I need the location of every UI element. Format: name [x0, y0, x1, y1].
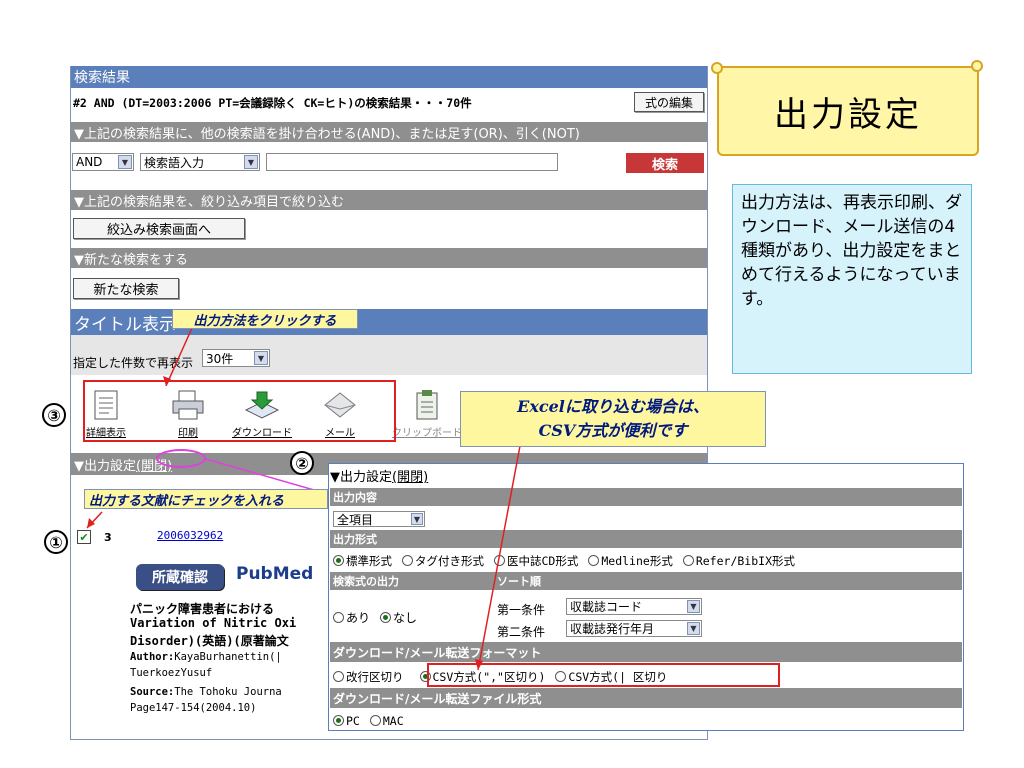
callout-check: 出力する文献にチェックを入れる [84, 489, 328, 509]
callout-excel-line2: CSV方式が便利です [538, 421, 688, 440]
arrow-csv [477, 445, 521, 671]
arrow-check-head [87, 518, 95, 528]
scroll-curl-icon [971, 60, 983, 72]
marker-2: ② [290, 451, 314, 475]
toggle-highlight-ellipse [156, 449, 206, 468]
scroll-curl-icon [711, 62, 723, 74]
marker-3: ③ [42, 403, 66, 427]
callout-click-method: 出力方法をクリックする [172, 309, 358, 329]
callout-excel: Excelに取り込む場合は、 CSV方式が便利です [460, 391, 766, 447]
callout-excel-line1: Excelに取り込む場合は、 [517, 397, 709, 416]
arrow-click [165, 327, 193, 387]
banner-title: 出力設定 [774, 94, 922, 135]
note-box: 出力方法は、再表示印刷、ダウンロード、メール送信の4種類があり、出力設定をまとめ… [732, 184, 972, 374]
output-settings-banner: 出力設定 [717, 66, 979, 156]
marker-1: ① [44, 530, 68, 554]
